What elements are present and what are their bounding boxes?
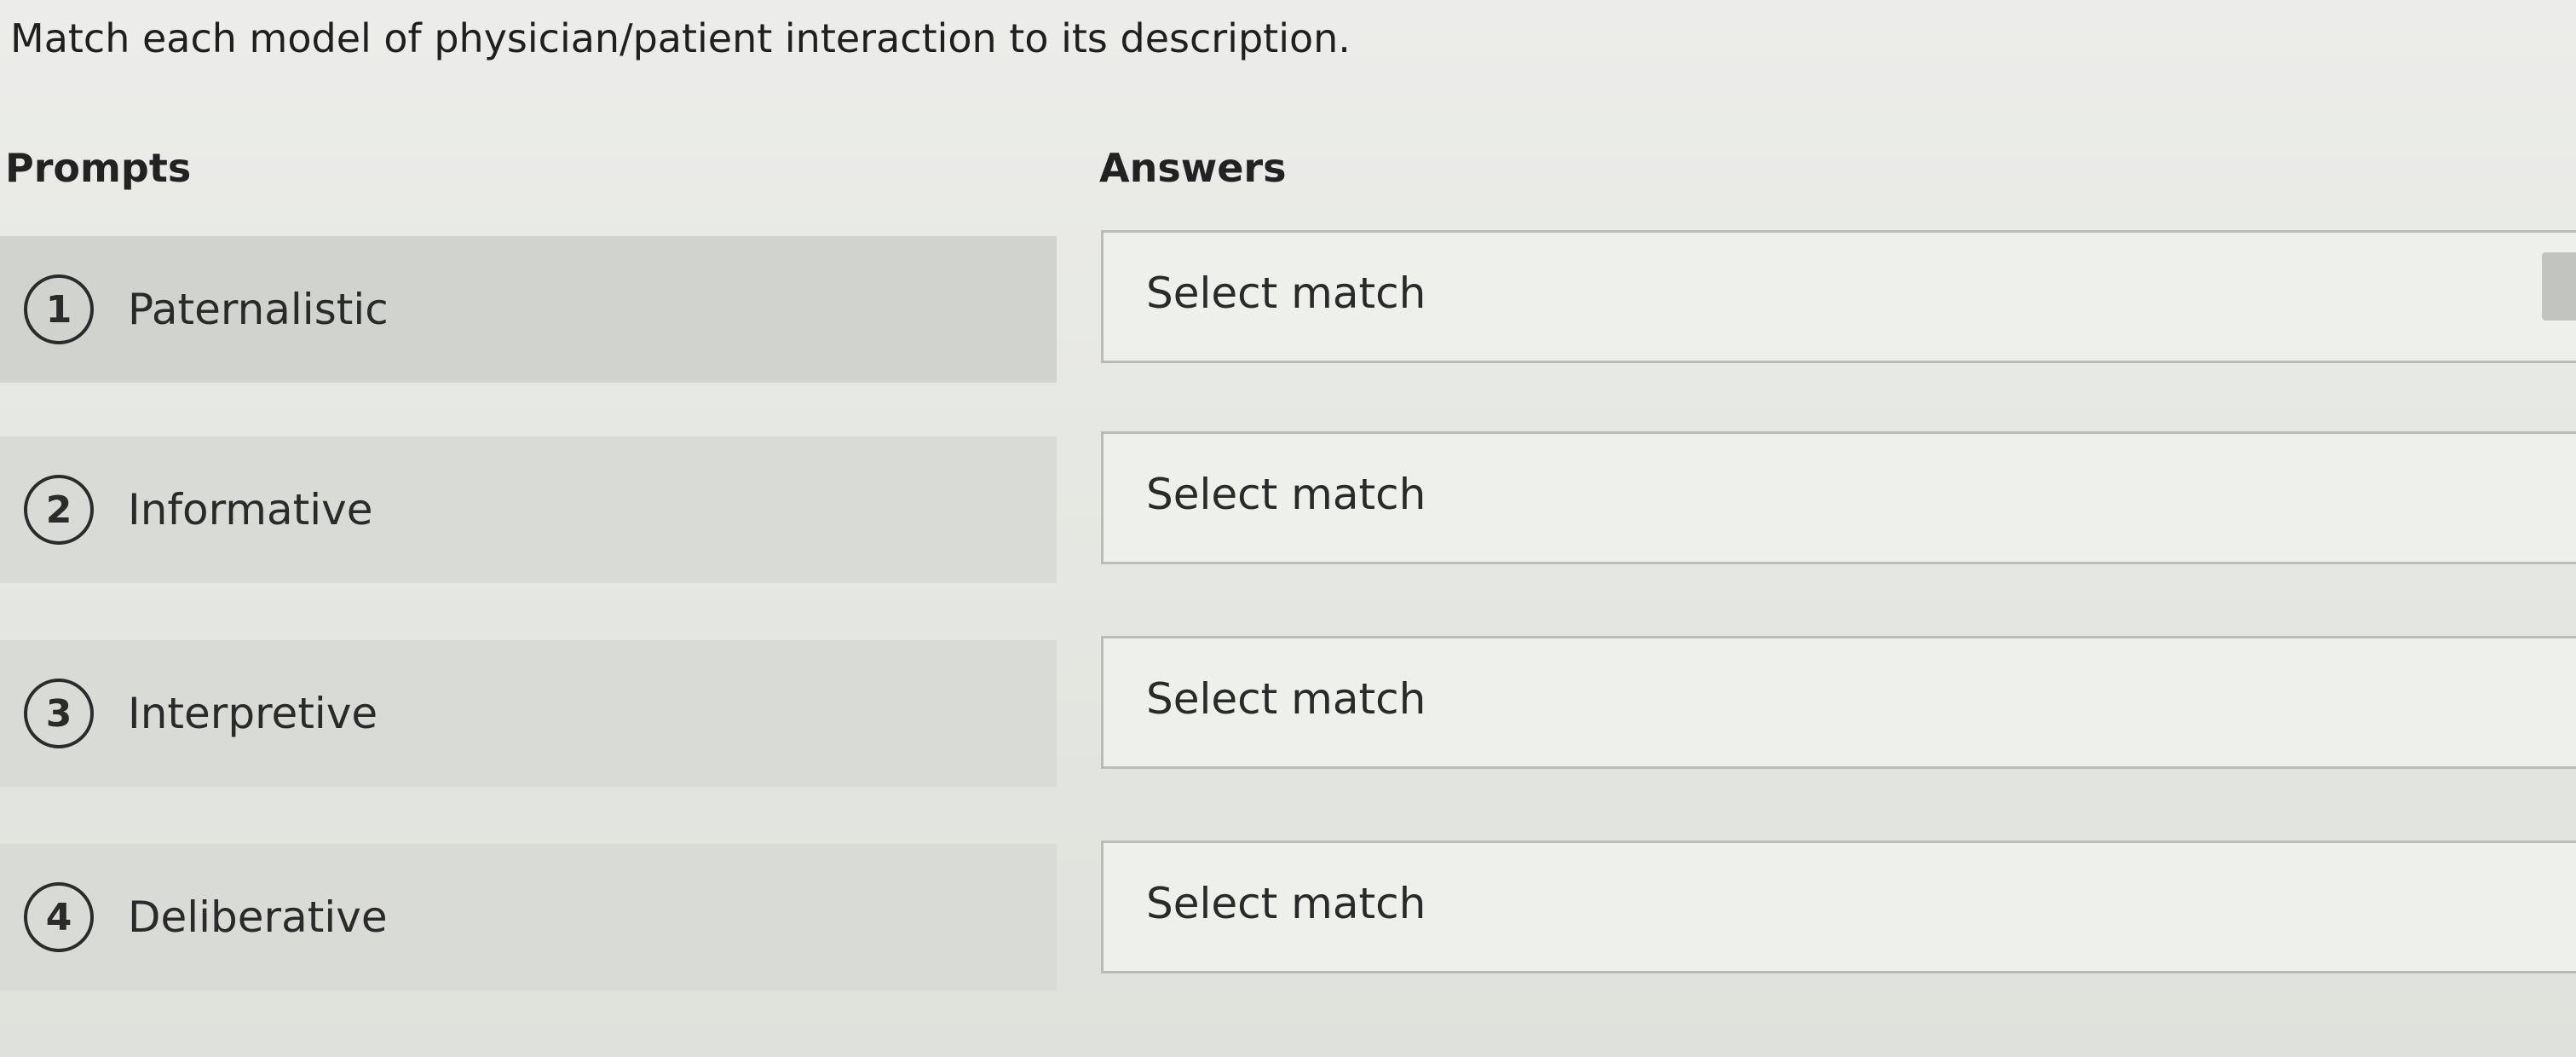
answers-header: Answers [1099,145,1287,191]
prompt-row-2: 2 Informative [0,436,1057,583]
prompt-number-badge: 2 [24,475,94,545]
prompt-row-4: 4 Deliberative [0,844,1057,991]
prompt-number-badge: 3 [24,679,94,748]
scrollbar-handle[interactable] [2542,252,2576,321]
prompt-label: Paternalistic [128,285,389,334]
answer-select-4[interactable]: Select match [1101,840,2576,973]
answer-select-3[interactable]: Select match [1101,636,2576,769]
answer-select-label: Select match [1146,269,1426,318]
prompt-row-1: 1 Paternalistic [0,236,1057,383]
prompt-row-3: 3 Interpretive [0,640,1057,787]
prompts-header: Prompts [5,145,192,191]
answer-select-label: Select match [1146,879,1426,928]
prompt-label: Informative [128,485,373,534]
answer-select-label: Select match [1146,470,1426,519]
prompt-number-badge: 4 [24,882,94,952]
answer-select-2[interactable]: Select match [1101,431,2576,564]
answer-select-label: Select match [1146,674,1426,724]
prompt-number-badge: 1 [24,274,94,344]
question-instruction: Match each model of physician/patient in… [10,15,1351,61]
answer-select-1[interactable]: Select match [1101,230,2576,363]
prompt-label: Interpretive [128,689,378,738]
prompt-label: Deliberative [128,892,388,942]
